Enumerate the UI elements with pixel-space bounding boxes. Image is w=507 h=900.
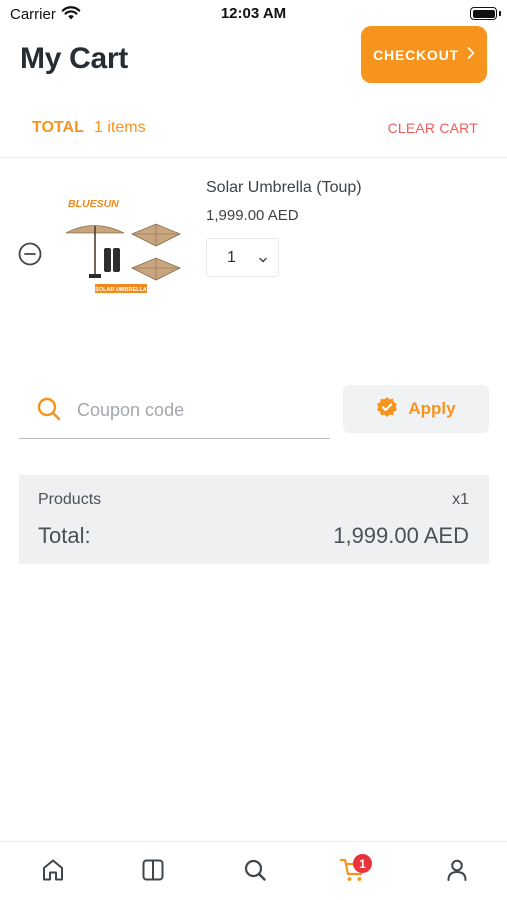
products-label: Products [38, 491, 102, 508]
quantity-value: 1 [227, 248, 236, 266]
page-title: My Cart [20, 42, 128, 75]
search-tab-icon[interactable] [241, 856, 269, 884]
coupon-field[interactable] [19, 385, 330, 439]
bottom-tab-bar [0, 841, 507, 900]
remove-item-icon[interactable] [18, 242, 42, 266]
products-quantity: x1 [452, 491, 469, 508]
brand-logo-text: BLUESUN [68, 198, 119, 210]
apply-coupon-button[interactable]: Apply [343, 385, 489, 433]
total-label: TOTAL [32, 119, 84, 136]
grand-total-amount: 1,999.00 AED [333, 523, 469, 548]
grand-total-label: Total: [38, 523, 91, 548]
image-caption-text: SOLAR UMBRELLA [95, 287, 147, 293]
clear-cart-button[interactable]: CLEAR CART [388, 120, 478, 136]
product-name[interactable]: Solar Umbrella (Toup) [206, 179, 362, 197]
order-totals-panel: Products x1 Total: 1,999.00 AED [19, 475, 489, 564]
checkout-label: CHECKOUT [373, 46, 459, 63]
status-bar: Carrier 12:03 AM [0, 0, 507, 28]
chevron-down-icon [258, 252, 268, 270]
cart-summary-row: TOTAL 1 items CLEAR CART [0, 110, 507, 158]
items-count: 1 items [94, 119, 146, 136]
apply-label: Apply [408, 399, 456, 418]
chevron-right-icon [467, 46, 475, 64]
cart-count-badge: 1 [353, 854, 372, 873]
search-icon [36, 396, 62, 427]
quantity-select[interactable]: 1 [206, 238, 279, 277]
verified-badge-icon [376, 396, 398, 423]
product-price: 1,999.00 AED [206, 207, 299, 224]
catalog-icon[interactable] [139, 856, 167, 884]
clock: 12:03 AM [220, 5, 287, 22]
coupon-input[interactable] [77, 395, 317, 425]
home-icon[interactable] [39, 856, 67, 884]
profile-icon[interactable] [443, 856, 471, 884]
battery-icon [470, 7, 497, 20]
product-image[interactable]: BLUESUN SOLAR UMBRELLA [62, 190, 186, 300]
checkout-button[interactable]: CHECKOUT [361, 26, 487, 83]
